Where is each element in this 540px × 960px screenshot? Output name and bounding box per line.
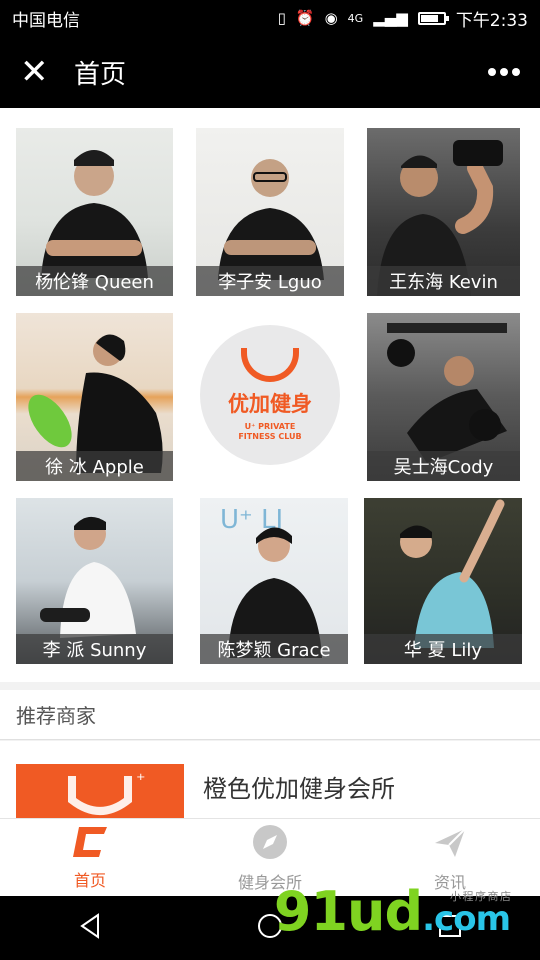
clock: 下午2:33 bbox=[455, 10, 528, 31]
u-plus-logo-icon bbox=[241, 348, 299, 382]
trainer-name: 陈梦颖 Grace bbox=[200, 634, 348, 664]
brand-name: 优加健身 bbox=[228, 392, 312, 416]
brand-logo: 优加健身 U⁺ PRIVATE FITNESS CLUB bbox=[200, 325, 340, 465]
carrier-name: 中国电信 bbox=[12, 10, 80, 31]
trainer-card[interactable]: 李子安 Lguo bbox=[196, 128, 344, 296]
merchant-name: 橙色优加健身会所 bbox=[203, 775, 395, 803]
trainer-card[interactable]: 王东海 Kevin bbox=[367, 128, 520, 296]
signal-icon: ▂▄▆ bbox=[373, 9, 408, 27]
back-icon[interactable] bbox=[78, 913, 102, 943]
trainer-grid: 杨伦锋 Queen 李子安 Lguo 王东海 Kevin 徐 冰 Apple 优… bbox=[0, 108, 540, 682]
trainer-name: 李子安 Lguo bbox=[196, 266, 344, 296]
plane-icon bbox=[431, 823, 469, 865]
eye-icon: ◉ bbox=[324, 9, 338, 27]
trainer-card[interactable]: 徐 冰 Apple bbox=[16, 313, 173, 481]
merchant-item[interactable]: ⁺ 橙色优加健身会所 bbox=[0, 741, 540, 818]
vibrate-icon: ▯ bbox=[277, 9, 286, 27]
close-icon[interactable]: ✕ bbox=[20, 55, 60, 89]
page-title: 首页 bbox=[74, 59, 127, 90]
trainer-name: 李 派 Sunny bbox=[16, 634, 173, 664]
trainer-name: 吴士海Cody bbox=[367, 451, 520, 481]
home-logo-icon bbox=[71, 825, 109, 863]
watermark-tagline: 小 程 序 商 店 bbox=[450, 890, 511, 903]
compass-icon bbox=[251, 823, 289, 865]
status-icons: ▯ ⏰ ◉ 4G ▂▄▆ 下午2:33 bbox=[278, 6, 528, 31]
tab-label: 首页 bbox=[73, 870, 106, 890]
trainer-name: 杨伦锋 Queen bbox=[16, 266, 173, 296]
section-heading: 推荐商家 bbox=[0, 690, 540, 740]
watermark-logo: 91ud.com 小 程 序 商 店 bbox=[273, 880, 511, 943]
merchant-thumbnail: ⁺ bbox=[16, 764, 184, 818]
trainer-name: 华 夏 Lily bbox=[364, 634, 522, 664]
trainer-card[interactable]: U⁺ LI 陈梦颖 Grace bbox=[200, 498, 348, 664]
svg-text:⁺: ⁺ bbox=[136, 770, 146, 791]
trainer-name: 王东海 Kevin bbox=[367, 266, 520, 296]
trainer-card[interactable]: 杨伦锋 Queen bbox=[16, 128, 173, 296]
network-icon: 4G bbox=[347, 11, 364, 25]
title-bar: ✕ 首页 bbox=[0, 36, 540, 108]
brand-subtitle: U⁺ PRIVATE FITNESS CLUB bbox=[238, 422, 302, 441]
trainer-name: 徐 冰 Apple bbox=[16, 451, 173, 481]
alarm-icon: ⏰ bbox=[295, 9, 315, 27]
tab-home[interactable]: 首页 bbox=[0, 819, 180, 896]
more-menu-icon[interactable] bbox=[488, 68, 520, 76]
battery-icon bbox=[417, 11, 449, 25]
trainer-card[interactable]: 华 夏 Lily bbox=[364, 498, 522, 664]
trainer-card[interactable]: 吴士海Cody bbox=[367, 313, 520, 481]
trainer-card[interactable]: 李 派 Sunny bbox=[16, 498, 173, 664]
status-bar: 中国电信 ▯ ⏰ ◉ 4G ▂▄▆ 下午2:33 bbox=[0, 0, 540, 36]
